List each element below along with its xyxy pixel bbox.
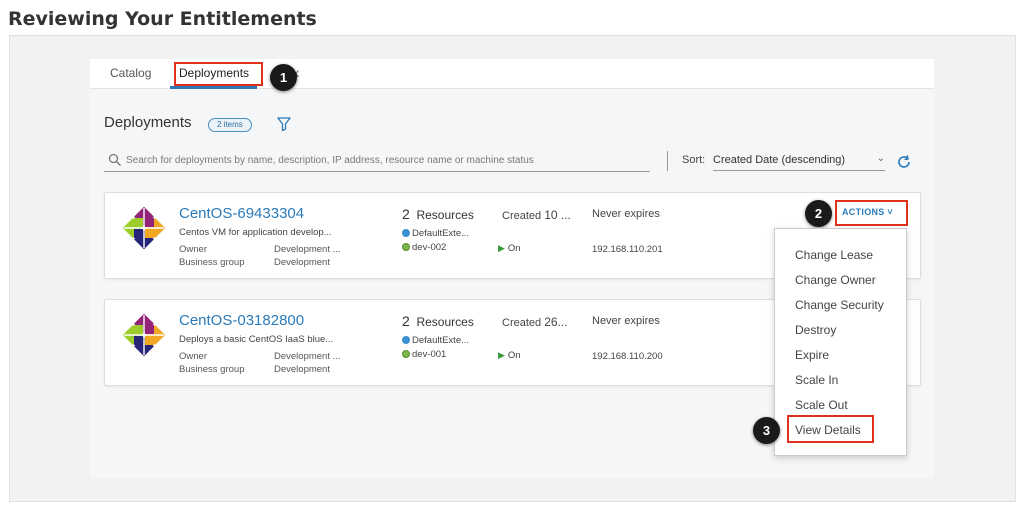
chevron-down-icon: ˅ [887,207,893,217]
expiration: Never expires [592,315,660,327]
section-title: Deployments [104,114,192,131]
deployment-name[interactable]: CentOS-03182800 [179,312,304,329]
filter-icon[interactable] [276,116,292,132]
centos-logo-icon [122,206,166,250]
created-date: Created 26... [502,315,568,329]
play-icon: ▶ [498,243,505,253]
network-icon [402,336,410,344]
resource-machine[interactable]: dev-001 [402,349,446,360]
menu-item-change-owner[interactable]: Change Owner [795,273,876,287]
resource-machine[interactable]: dev-002 [402,242,446,253]
menu-item-change-lease[interactable]: Change Lease [795,248,873,262]
deployment-description: Centos VM for application develop... [179,227,332,238]
owner-label: Owner [179,351,207,362]
network-icon [402,229,410,237]
resource-network[interactable]: DefaultExte... [402,228,469,239]
highlight-box-view-details [787,415,874,443]
business-group-label: Business group [179,257,245,268]
callout-3: 3 [753,417,780,444]
refresh-icon[interactable] [896,154,912,170]
search-bar [104,150,650,172]
sort-label: Sort: [682,154,706,166]
centos-logo-icon [122,313,166,357]
owner-value: Development ... [274,351,341,362]
menu-item-expire[interactable]: Expire [795,348,829,362]
owner-value: Development ... [274,244,341,255]
callout-1: 1 [270,64,297,91]
machine-icon [402,350,410,358]
owner-label: Owner [179,244,207,255]
resources-count: 2 Resources [402,313,474,329]
play-icon: ▶ [498,350,505,360]
machine-icon [402,243,410,251]
page-title: Reviewing Your Entitlements [8,8,317,30]
count-badge: 2 items [208,118,252,132]
created-date: Created 10 ... [502,208,571,222]
resource-network[interactable]: DefaultExte... [402,335,469,346]
ip-address: 192.168.110.201 [592,244,663,255]
expiration: Never expires [592,208,660,220]
power-status: ▶ On [498,243,521,254]
divider [667,151,668,171]
deployment-description: Deploys a basic CentOS IaaS blue... [179,334,334,345]
sort-value: Created Date (descending) [713,154,846,166]
active-tab-indicator [170,86,257,89]
menu-item-scale-in[interactable]: Scale In [795,373,838,387]
resources-count: 2 Resources [402,206,474,222]
search-input[interactable] [126,152,646,168]
actions-button[interactable]: ACTIONS ˅ [842,207,893,217]
business-group-value: Development [274,364,330,375]
menu-item-scale-out[interactable]: Scale Out [795,398,848,412]
sort-select[interactable]: Created Date (descending) ⌄ [713,151,885,171]
business-group-value: Development [274,257,330,268]
chevron-down-icon: ⌄ [876,153,885,164]
power-status: ▶ On [498,350,521,361]
menu-item-destroy[interactable]: Destroy [795,323,836,337]
business-group-label: Business group [179,364,245,375]
ip-address: 192.168.110.200 [592,351,663,362]
highlight-box-deployments-tab [174,62,263,86]
search-icon [108,153,121,166]
deployment-name[interactable]: CentOS-69433304 [179,205,304,222]
callout-2: 2 [805,200,832,227]
tab-catalog[interactable]: Catalog [110,66,151,80]
menu-item-change-security[interactable]: Change Security [795,298,884,312]
